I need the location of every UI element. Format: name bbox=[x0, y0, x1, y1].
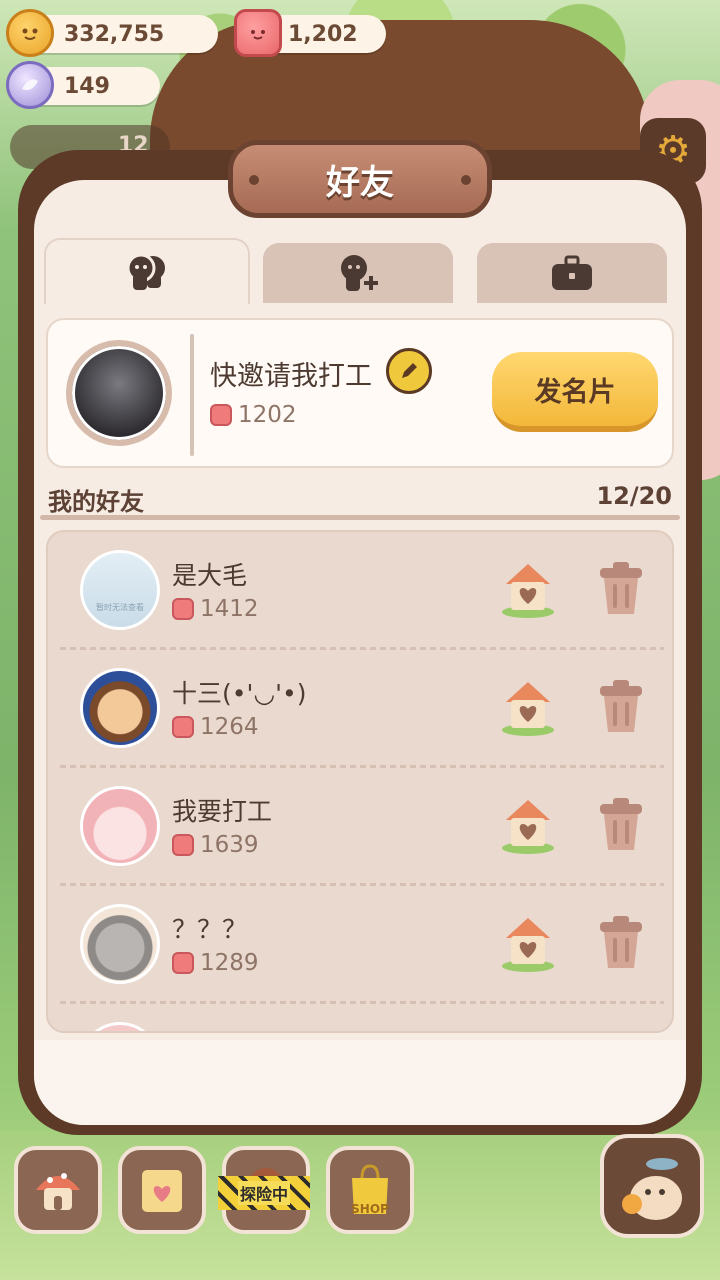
title-plate-rivet bbox=[249, 175, 259, 185]
friend-score: 1412 bbox=[172, 596, 259, 622]
gem-icon bbox=[234, 9, 282, 57]
visit-house-icon[interactable] bbox=[500, 676, 556, 738]
friend-row: 我要打工 1639 bbox=[48, 768, 672, 886]
panel-title-plate: 好友 bbox=[228, 140, 492, 218]
briefcase-icon bbox=[552, 255, 592, 290]
friend-score-value: 1289 bbox=[200, 950, 259, 976]
tab-friends[interactable] bbox=[44, 238, 250, 304]
crystal-counter[interactable]: 149 bbox=[6, 61, 160, 109]
visit-house-icon[interactable] bbox=[500, 558, 556, 620]
friend-name: 是大毛 bbox=[172, 561, 248, 590]
friend-row: ？？？ 1289 bbox=[48, 886, 672, 1004]
friend-row-partial bbox=[48, 1004, 672, 1031]
gem-value: 1,202 bbox=[288, 21, 358, 47]
friend-row: 十三(•'◡'•) 1264 bbox=[48, 650, 672, 768]
crystal-icon bbox=[6, 61, 54, 109]
friend-name: ？？？ bbox=[172, 915, 248, 944]
delete-trash-icon[interactable] bbox=[596, 560, 646, 618]
friends-count: 12/20 bbox=[596, 482, 672, 510]
visit-house-icon[interactable] bbox=[500, 912, 556, 974]
my-score: 1202 bbox=[210, 402, 297, 428]
visit-house-icon[interactable] bbox=[500, 794, 556, 856]
my-nickname: 快邀请我打工 bbox=[210, 361, 372, 392]
diary-icon bbox=[142, 1170, 182, 1212]
exploring-label: 探险中 bbox=[237, 1181, 290, 1205]
nav-home-button[interactable] bbox=[14, 1146, 102, 1234]
exploring-tape: 探险中 bbox=[218, 1176, 310, 1210]
friend-score-value: 1412 bbox=[200, 596, 259, 622]
my-avatar[interactable] bbox=[66, 340, 172, 446]
nav-shop-button[interactable]: SHOP bbox=[326, 1146, 414, 1234]
delete-trash-icon[interactable] bbox=[596, 914, 646, 972]
friend-name: 我要打工 bbox=[172, 797, 273, 826]
send-card-button[interactable]: 发名片 bbox=[492, 352, 658, 432]
friends-icon bbox=[126, 253, 165, 290]
friends-list[interactable]: 暂时无法查看 是大毛 1412 十三(•'◡'•) 1264 我要打工 1639… bbox=[46, 530, 674, 1033]
delete-trash-icon[interactable] bbox=[596, 678, 646, 736]
mushroom-house-icon bbox=[36, 1173, 80, 1210]
crystal-value: 149 bbox=[64, 73, 110, 99]
gem-icon bbox=[172, 952, 194, 974]
friend-score-value: 1639 bbox=[200, 832, 259, 858]
friend-avatar[interactable]: 暂时无法查看 bbox=[80, 550, 160, 630]
friend-avatar[interactable] bbox=[80, 1022, 160, 1031]
gem-icon bbox=[210, 404, 232, 426]
my-score-value: 1202 bbox=[238, 402, 297, 428]
coin-counter[interactable]: 332,755 bbox=[6, 9, 218, 57]
panel-title: 好友 bbox=[326, 162, 394, 203]
friend-score: 1639 bbox=[172, 832, 259, 858]
profile-divider bbox=[190, 334, 194, 456]
nav-diary-button[interactable] bbox=[118, 1146, 206, 1234]
gem-icon bbox=[172, 598, 194, 620]
friend-avatar[interactable] bbox=[80, 786, 160, 866]
gem-icon bbox=[172, 716, 194, 738]
friends-panel-footer bbox=[34, 1040, 686, 1125]
gem-icon bbox=[172, 834, 194, 856]
my-profile-card: 快邀请我打工 1202 发名片 bbox=[46, 318, 674, 468]
send-card-label: 发名片 bbox=[534, 376, 616, 408]
my-friends-title: 我的好友 bbox=[48, 488, 144, 516]
edit-pencil-icon[interactable] bbox=[386, 348, 432, 394]
friend-avatar[interactable] bbox=[80, 904, 160, 984]
title-plate-rivet bbox=[461, 175, 471, 185]
friend-name: 十三(•'◡'•) bbox=[172, 679, 307, 708]
coin-value: 332,755 bbox=[64, 21, 165, 47]
friend-row: 暂时无法查看 是大毛 1412 bbox=[48, 532, 672, 650]
friend-score-value: 1264 bbox=[200, 714, 259, 740]
delete-trash-icon[interactable] bbox=[596, 796, 646, 854]
tab-add-friend[interactable] bbox=[263, 243, 453, 303]
add-friend-icon bbox=[341, 255, 378, 291]
friend-avatar[interactable] bbox=[80, 668, 160, 748]
coin-icon bbox=[6, 9, 54, 57]
avatar-placeholder-text: 暂时无法查看 bbox=[96, 603, 144, 612]
friend-score: 1264 bbox=[172, 714, 259, 740]
character-icon bbox=[622, 1158, 682, 1220]
friends-header-divider bbox=[40, 515, 680, 520]
tab-work[interactable] bbox=[477, 243, 667, 303]
shop-label: SHOP bbox=[351, 1202, 389, 1216]
gem-counter[interactable]: 1,202 bbox=[234, 9, 386, 57]
nav-character-button[interactable] bbox=[600, 1134, 704, 1238]
friend-score: 1289 bbox=[172, 950, 259, 976]
